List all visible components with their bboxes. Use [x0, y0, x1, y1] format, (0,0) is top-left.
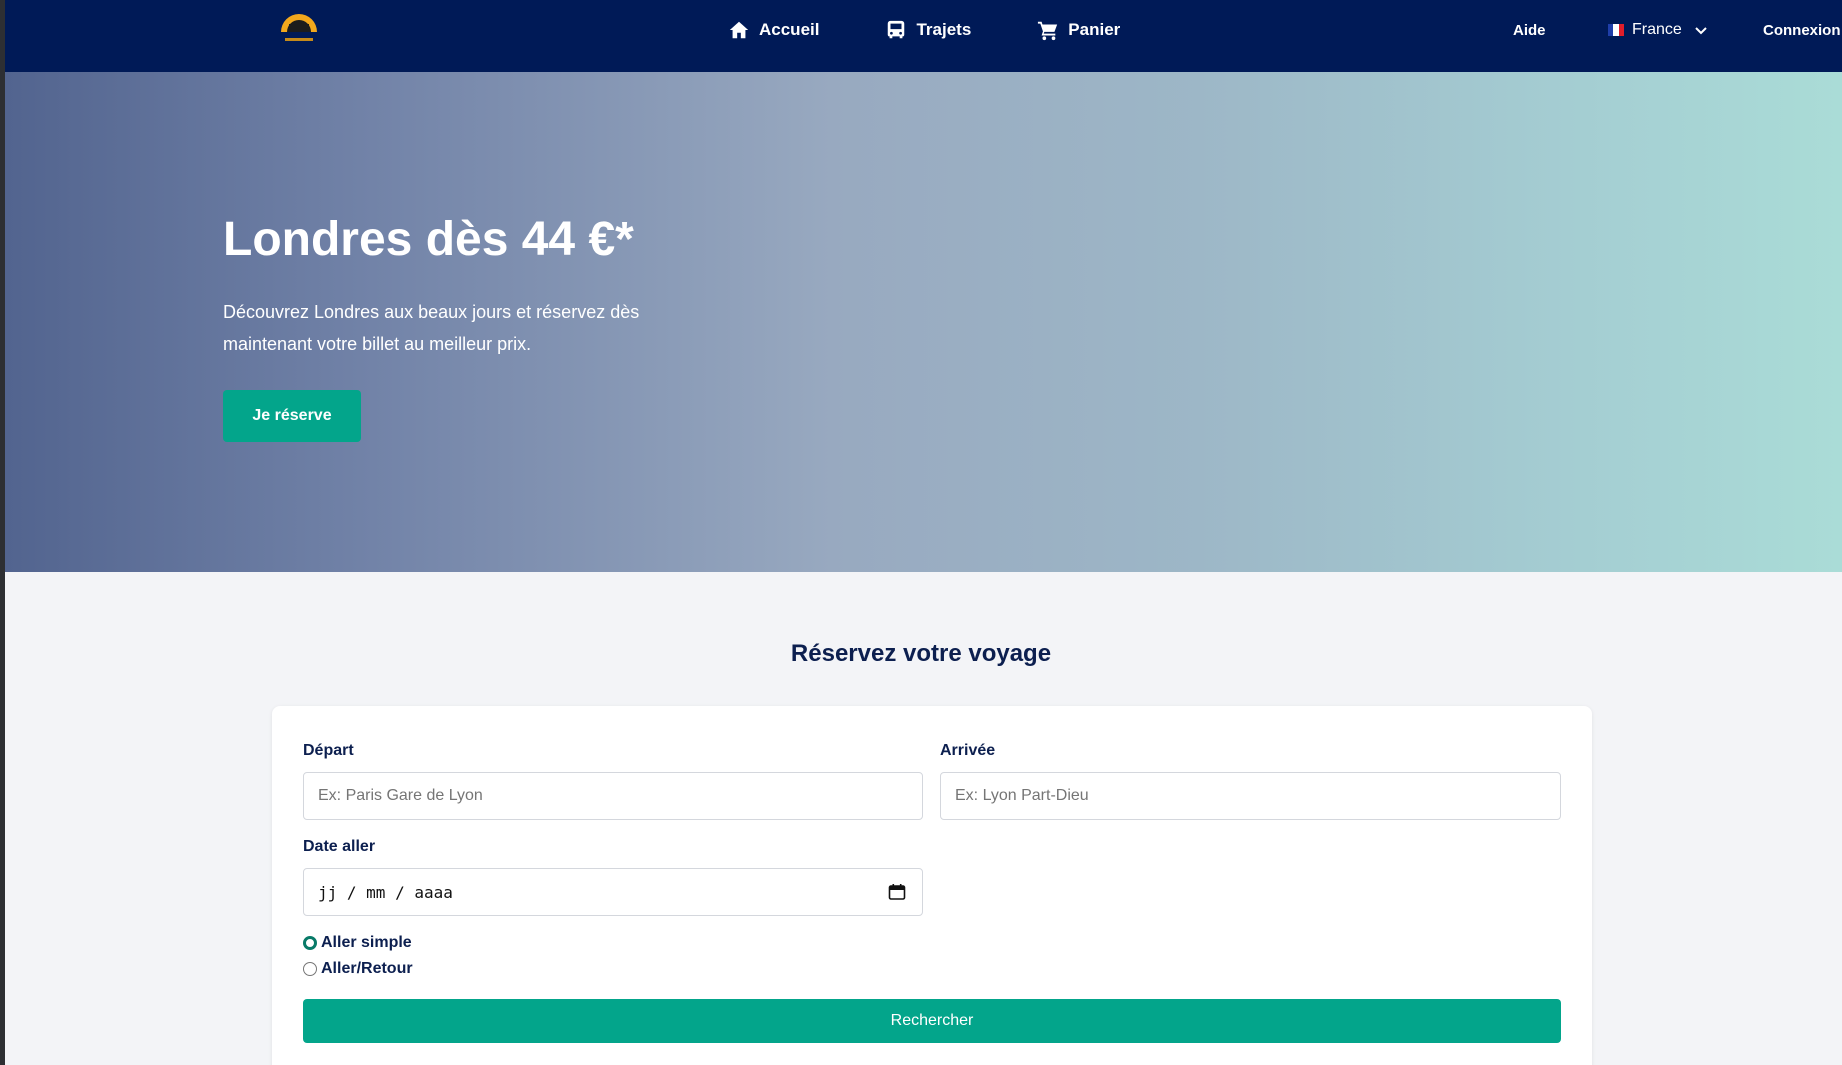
- nav-panier-label: Panier: [1068, 20, 1121, 39]
- radio-aller-simple[interactable]: Aller simple: [303, 934, 412, 952]
- depart-label: Départ: [303, 742, 354, 759]
- calendar-icon[interactable]: [888, 883, 906, 901]
- france-flag-icon: [1608, 24, 1624, 36]
- arrivee-label: Arrivée: [940, 742, 996, 759]
- date-label: Date aller: [303, 838, 376, 855]
- nav-trajets[interactable]: Trajets: [885, 19, 971, 41]
- help-link[interactable]: Aide: [1513, 0, 1546, 60]
- nav-accueil[interactable]: Accueil: [728, 19, 819, 41]
- reserve-button[interactable]: Je réserve: [223, 390, 361, 442]
- search-button[interactable]: Rechercher: [303, 999, 1561, 1043]
- login-link[interactable]: Connexion: [1763, 0, 1841, 60]
- depart-input[interactable]: [303, 772, 923, 820]
- date-placeholder: jj / mm / aaaa: [318, 882, 453, 902]
- main-nav: Accueil Trajets Panier: [728, 0, 1120, 60]
- arrivee-input[interactable]: [940, 772, 1561, 820]
- aller-simple-label: Aller simple: [321, 934, 412, 951]
- cart-icon: [1038, 21, 1058, 41]
- bus-icon: [888, 20, 905, 39]
- nav-panier[interactable]: Panier: [1037, 19, 1120, 41]
- hero-title: Londres dès 44 €*: [223, 213, 634, 266]
- aller-retour-label: Aller/Retour: [321, 960, 413, 977]
- nav-accueil-label: Accueil: [759, 20, 820, 39]
- brand-logo[interactable]: [275, 10, 323, 46]
- home-icon: [729, 21, 749, 39]
- hero-banner: Londres dès 44 €* Découvrez Londres aux …: [5, 72, 1842, 572]
- top-navbar: Accueil Trajets Panier Aide France Conne…: [5, 0, 1842, 72]
- date-input[interactable]: jj / mm / aaaa: [303, 868, 923, 916]
- chevron-down-icon: [1695, 27, 1707, 35]
- language-label: France: [1632, 21, 1682, 38]
- nav-trajets-label: Trajets: [916, 20, 972, 39]
- booking-form: Départ Arrivée Date aller jj / mm / aaaa…: [272, 706, 1592, 1065]
- hero-description: Découvrez Londres aux beaux jours et rés…: [223, 302, 640, 354]
- language-selector[interactable]: France: [1608, 0, 1708, 60]
- radio-aller-retour[interactable]: Aller/Retour: [303, 960, 413, 978]
- radio-button[interactable]: [303, 962, 317, 976]
- radio-button-checked[interactable]: [303, 936, 317, 950]
- booking-title: Réservez votre voyage: [790, 640, 1052, 667]
